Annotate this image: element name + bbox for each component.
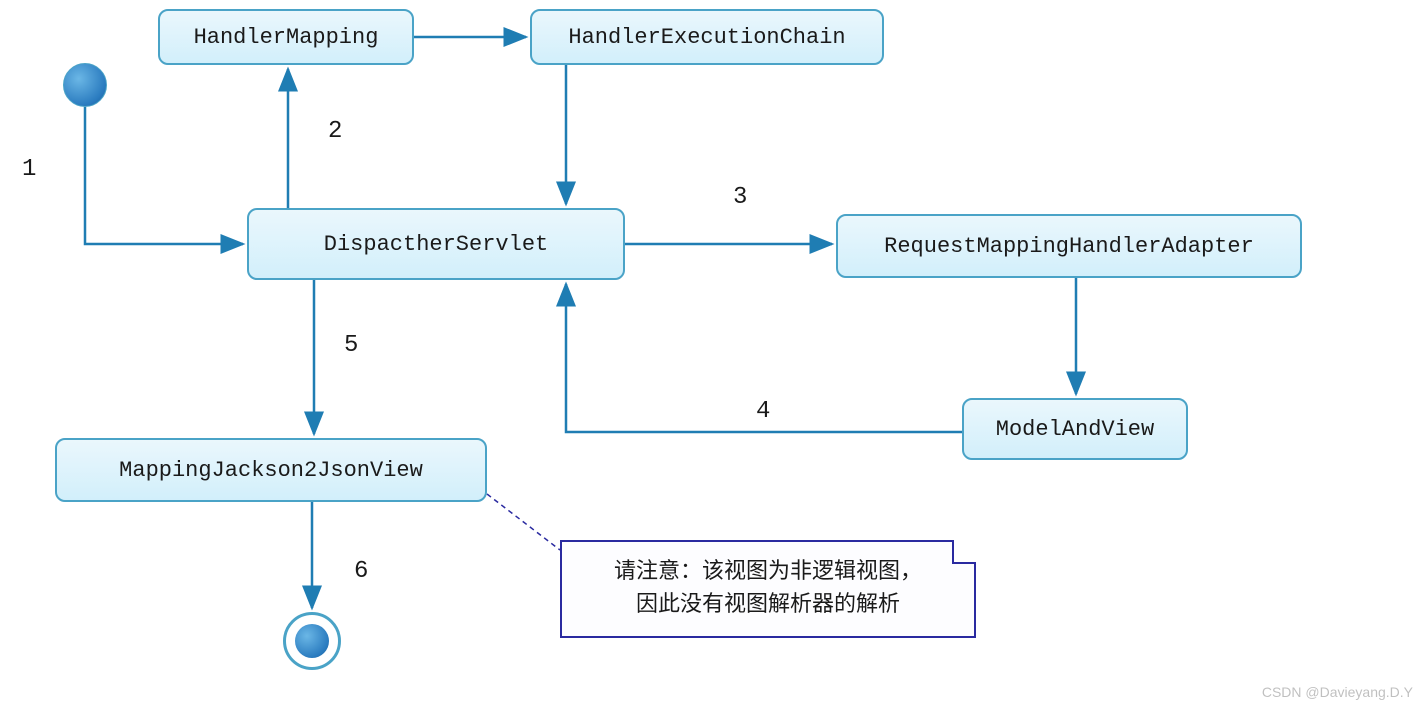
node-label: DispactherServlet: [324, 232, 548, 257]
node-label: HandlerExecutionChain: [568, 25, 845, 50]
node-model-and-view: ModelAndView: [962, 398, 1188, 460]
edge-label-5: 5: [344, 332, 358, 359]
note-line: 因此没有视图解析器的解析: [580, 589, 956, 622]
edge-label-3: 3: [733, 184, 747, 211]
watermark: CSDN @Davieyang.D.Y: [1262, 684, 1413, 700]
edge-label-4: 4: [756, 398, 770, 425]
edge-label-6: 6: [354, 558, 368, 585]
end-node-inner: [295, 624, 329, 658]
node-label: RequestMappingHandlerAdapter: [884, 234, 1254, 259]
note-line: 请注意：该视图为非逻辑视图，: [580, 556, 956, 589]
node-handler-mapping: HandlerMapping: [158, 9, 414, 65]
end-node: [283, 612, 341, 670]
node-mapping-jackson-view: MappingJackson2JsonView: [55, 438, 487, 502]
node-request-mapping-handler-adapter: RequestMappingHandlerAdapter: [836, 214, 1302, 278]
diagram-canvas: HandlerMapping HandlerExecutionChain Dis…: [0, 0, 1423, 704]
note-box: 请注意：该视图为非逻辑视图， 因此没有视图解析器的解析: [560, 540, 976, 638]
start-node: [63, 63, 107, 107]
edge-label-1: 1: [22, 156, 36, 183]
node-label: ModelAndView: [996, 417, 1154, 442]
node-label: HandlerMapping: [194, 25, 379, 50]
note-fold-icon: [952, 540, 976, 564]
node-label: MappingJackson2JsonView: [119, 458, 423, 483]
node-dispatcher-servlet: DispactherServlet: [247, 208, 625, 280]
node-handler-execution-chain: HandlerExecutionChain: [530, 9, 884, 65]
edge-label-2: 2: [328, 118, 342, 145]
